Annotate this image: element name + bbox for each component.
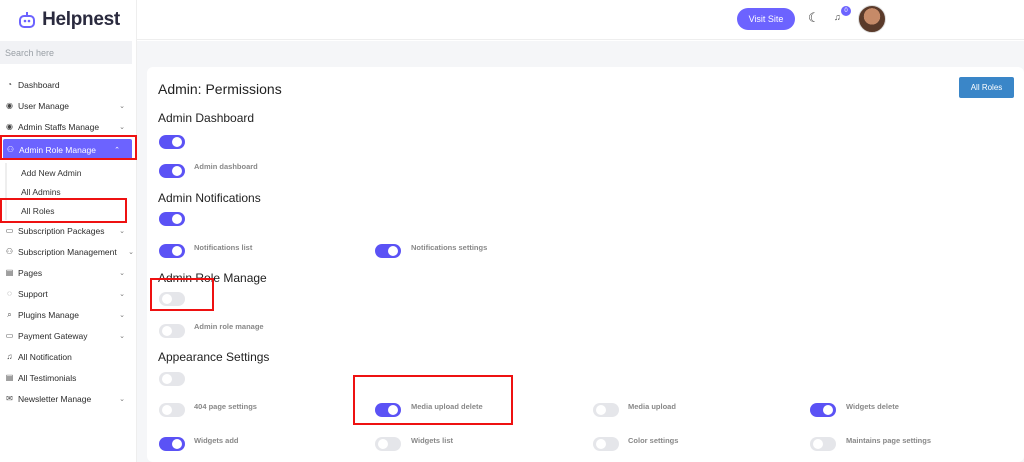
permission-label: Widgets delete (846, 402, 899, 411)
robot-logo-icon (19, 12, 36, 28)
sidebar-item-label: Plugins Manage (18, 309, 79, 320)
sidebar-item-label: Pages (18, 267, 43, 278)
chevron-down-icon: ⌄ (119, 290, 125, 298)
sidebar-item-label: All Notification (18, 351, 72, 362)
permission-label: Admin role manage (194, 322, 264, 331)
toggle-admin-dashboard-section[interactable] (159, 135, 185, 149)
sidebar-item-user-manage[interactable]: ◉ User Manage ⌄ (0, 95, 137, 116)
top-bar (137, 0, 1024, 40)
chevron-down-icon: ⌄ (119, 332, 125, 340)
toggle-media-upload[interactable] (593, 403, 619, 417)
user-icon: ◉ (6, 101, 13, 110)
toggle-admin-dashboard[interactable] (159, 164, 185, 178)
sidebar-item-all-notification[interactable]: ♫ All Notification (0, 346, 137, 367)
permission-label: Notifications list (194, 243, 253, 252)
permission-label: 404 page settings (194, 402, 257, 411)
user-avatar[interactable] (858, 5, 886, 33)
toggle-404-page-settings[interactable] (159, 403, 185, 417)
notification-badge: 0 (841, 6, 851, 16)
section-title-admin-notifications: Admin Notifications (158, 191, 261, 205)
sidebar-item-subscription-packages[interactable]: ▭ Subscription Packages ⌄ (0, 220, 137, 241)
permission-label: Widgets list (411, 436, 454, 445)
sidebar-item-admin-staffs[interactable]: ◉ Admin Staffs Manage ⌄ (0, 116, 137, 137)
highlight-box-admin-role-manage (0, 135, 137, 160)
search-input[interactable]: Search here (0, 41, 132, 64)
notification-bell-icon[interactable]: ♫ (834, 12, 841, 22)
highlight-box-media-upload-delete (353, 375, 513, 425)
staff-icon: ◉ (6, 122, 13, 131)
sidebar-item-label: Newsletter Manage (18, 393, 92, 404)
testimonial-icon: ▤ (5, 373, 14, 382)
brand-name: Helpnest (42, 9, 120, 30)
brand-logo[interactable]: Helpnest (0, 0, 137, 40)
dark-mode-moon-icon[interactable]: ☾ (808, 10, 820, 26)
sidebar-item-label: User Manage (18, 100, 70, 111)
payment-icon: ▭ (5, 331, 14, 340)
sidebar-item-label: Subscription Management (18, 246, 117, 257)
dashboard-icon: ◔ (7, 80, 12, 89)
subscription-icon: ⚇ (5, 247, 14, 256)
chevron-down-icon: ⌄ (119, 123, 125, 131)
support-icon: ◌ (7, 289, 12, 298)
highlight-box-role-toggle (150, 278, 214, 311)
plugin-icon: ⌕ (7, 309, 12, 319)
sidebar-subitem-add-new-admin[interactable]: Add New Admin (5, 163, 137, 182)
chevron-down-icon: ⌄ (119, 395, 125, 403)
toggle-appearance-settings-section[interactable] (159, 372, 185, 386)
all-roles-button[interactable]: All Roles (959, 77, 1014, 98)
sidebar-item-payment-gateway[interactable]: ▭ Payment Gateway ⌄ (0, 325, 137, 346)
sidebar-item-label: Support (18, 288, 48, 299)
chevron-down-icon: ⌄ (119, 269, 125, 277)
permission-label: Notifications settings (411, 243, 488, 252)
permission-label: Widgets add (194, 436, 239, 445)
visit-site-button[interactable]: Visit Site (737, 8, 795, 30)
section-title-admin-dashboard: Admin Dashboard (158, 111, 255, 125)
newsletter-icon: ✉ (6, 394, 13, 403)
bell-icon: ♫ (6, 352, 13, 361)
toggle-color-settings[interactable] (593, 437, 619, 451)
sidebar-menu: ◔ Dashboard ◉ User Manage ⌄ ◉ Admin Staffs M… (0, 74, 137, 409)
sidebar-item-newsletter-manage[interactable]: ✉ Newsletter Manage ⌄ (0, 388, 137, 409)
sidebar-item-all-testimonials[interactable]: ▤ All Testimonials (0, 367, 137, 388)
toggle-notifications-settings[interactable] (375, 244, 401, 258)
pages-icon: ▤ (5, 268, 14, 277)
page-title: Admin: Permissions (158, 81, 282, 97)
toggle-admin-notifications-section[interactable] (159, 212, 185, 226)
permission-label: Color settings (628, 436, 679, 445)
toggle-widgets-add[interactable] (159, 437, 185, 451)
highlight-box-all-roles (0, 198, 127, 223)
permission-label: Maintains page settings (846, 436, 932, 445)
chevron-down-icon: ⌄ (119, 102, 125, 110)
chevron-down-icon: ⌄ (128, 248, 134, 256)
sidebar-item-label: Subscription Packages (18, 225, 105, 236)
sidebar-item-dashboard[interactable]: ◔ Dashboard (0, 74, 137, 95)
sidebar-item-label: All Testimonials (18, 372, 77, 383)
sidebar: Helpnest Search here ◔ Dashboard ◉ User Ma… (0, 0, 137, 462)
section-title-appearance-settings: Appearance Settings (158, 350, 270, 364)
sidebar-item-label: Admin Staffs Manage (18, 121, 100, 132)
toggle-widgets-delete[interactable] (810, 403, 836, 417)
package-icon: ▭ (5, 226, 14, 235)
sidebar-item-support[interactable]: ◌ Support ⌄ (0, 283, 137, 304)
sidebar-item-pages[interactable]: ▤ Pages ⌄ (0, 262, 137, 283)
chevron-down-icon: ⌄ (119, 227, 125, 235)
permission-label: Admin dashboard (194, 162, 258, 171)
sidebar-item-label: Dashboard (18, 79, 60, 90)
toggle-widgets-list[interactable] (375, 437, 401, 451)
sidebar-item-subscription-management[interactable]: ⚇ Subscription Management ⌄ (0, 241, 137, 262)
toggle-maintains-page-settings[interactable] (810, 437, 836, 451)
permission-label: Media upload (628, 402, 676, 411)
toggle-admin-role-manage[interactable] (159, 324, 185, 338)
sidebar-item-label: Payment Gateway (18, 330, 88, 341)
chevron-down-icon: ⌄ (119, 311, 125, 319)
toggle-notifications-list[interactable] (159, 244, 185, 258)
sidebar-item-plugins-manage[interactable]: ⌕ Plugins Manage ⌄ (0, 304, 137, 325)
